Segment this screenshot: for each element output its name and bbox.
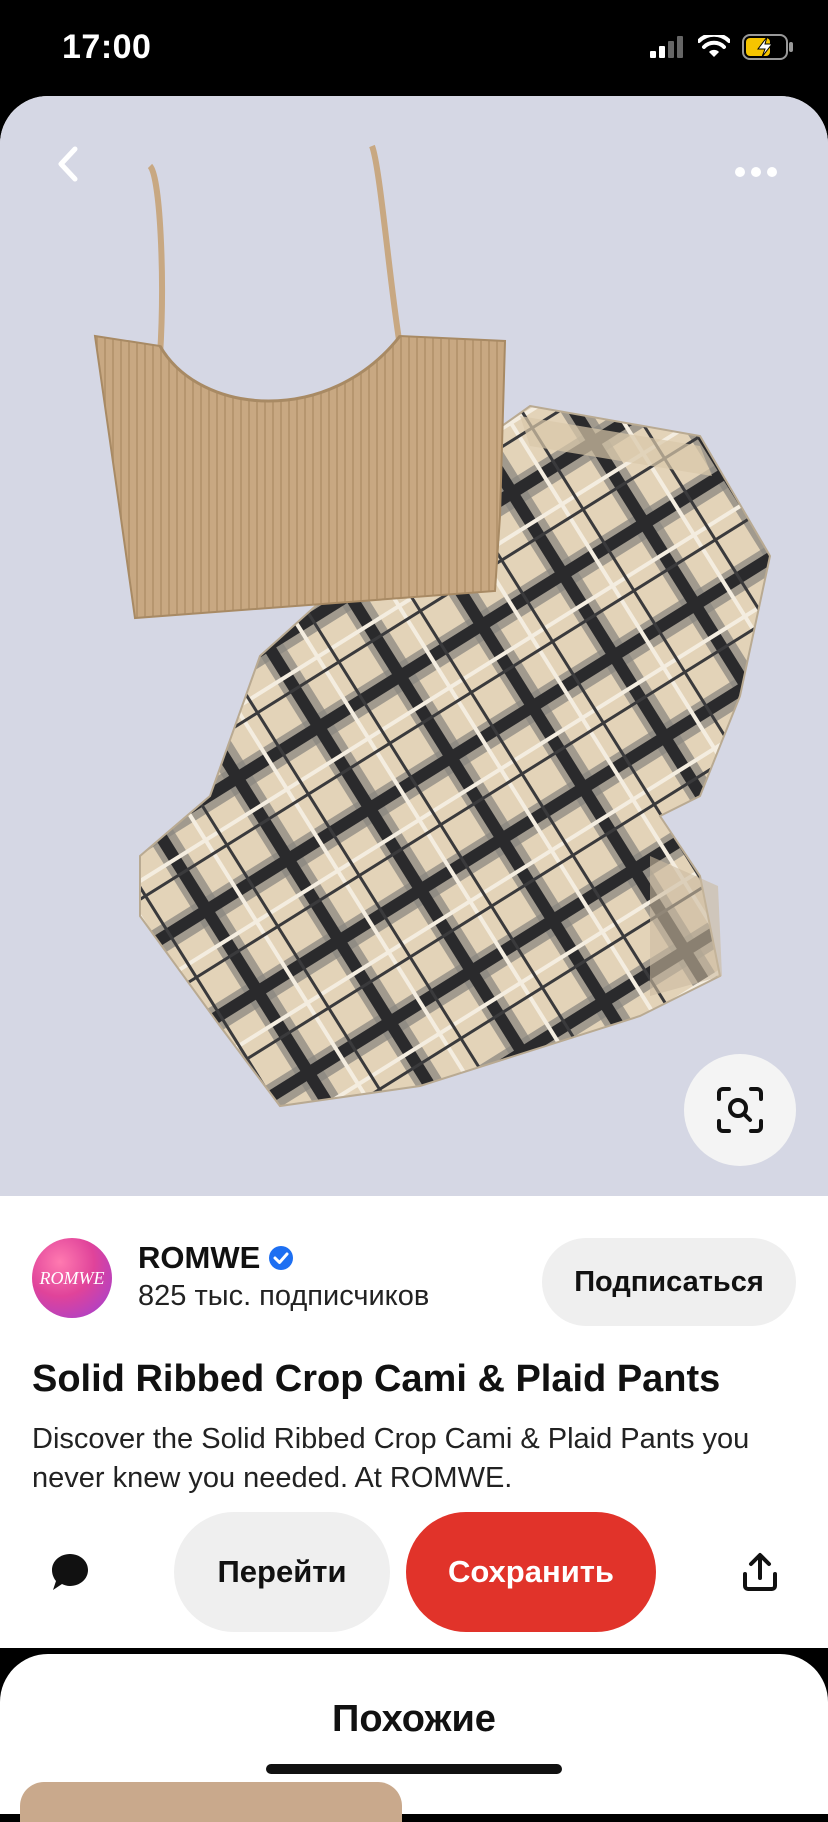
similar-title: Похожие (332, 1698, 496, 1740)
more-options-button[interactable] (724, 152, 788, 192)
product-photo (93, 144, 772, 1108)
home-indicator[interactable] (266, 1764, 562, 1774)
pin-title: Solid Ribbed Crop Cami & Plaid Pants (32, 1358, 721, 1400)
verified-badge-icon (269, 1246, 294, 1270)
follower-count: 825 тыс. подписчиков (138, 1280, 430, 1312)
visit-button[interactable]: Перейти (174, 1512, 390, 1632)
avatar[interactable]: ROMWE (32, 1238, 112, 1318)
battery-charging-icon (742, 34, 793, 60)
pin-sheet: ROMWE ROMWE 825 тыс. подписчиков Подписа… (0, 96, 828, 1648)
creator-name-label: ROMWE (138, 1240, 261, 1275)
pin-image[interactable] (0, 96, 828, 1196)
visual-search-icon (717, 1087, 763, 1133)
subscribe-button[interactable]: Подписаться (542, 1238, 796, 1326)
back-arrow-icon (58, 146, 78, 182)
status-time: 17:00 (62, 28, 152, 66)
comment-bubble-icon (52, 1554, 88, 1590)
creator-name[interactable]: ROMWE (138, 1240, 294, 1276)
more-dots-icon (735, 167, 777, 177)
wifi-icon (698, 35, 730, 57)
pin-description: Discover the Solid Ribbed Crop Cami & Pl… (32, 1423, 750, 1494)
share-button[interactable] (730, 1542, 790, 1602)
similar-pin-thumbnail[interactable] (20, 1782, 402, 1822)
share-icon (743, 1553, 777, 1591)
save-button[interactable]: Сохранить (406, 1512, 656, 1632)
comment-button[interactable] (40, 1542, 100, 1602)
back-button[interactable] (40, 136, 96, 192)
similar-panel[interactable]: Похожие (0, 1654, 828, 1822)
creator-row: ROMWE ROMWE 825 тыс. подписчиков Подписа… (32, 1238, 796, 1328)
visual-search-button[interactable] (684, 1054, 796, 1166)
action-bar: Перейти Сохранить (0, 1512, 828, 1632)
cellular-signal-icon (650, 36, 683, 58)
status-bar: 17:00 (0, 0, 828, 96)
status-icons (650, 34, 794, 60)
